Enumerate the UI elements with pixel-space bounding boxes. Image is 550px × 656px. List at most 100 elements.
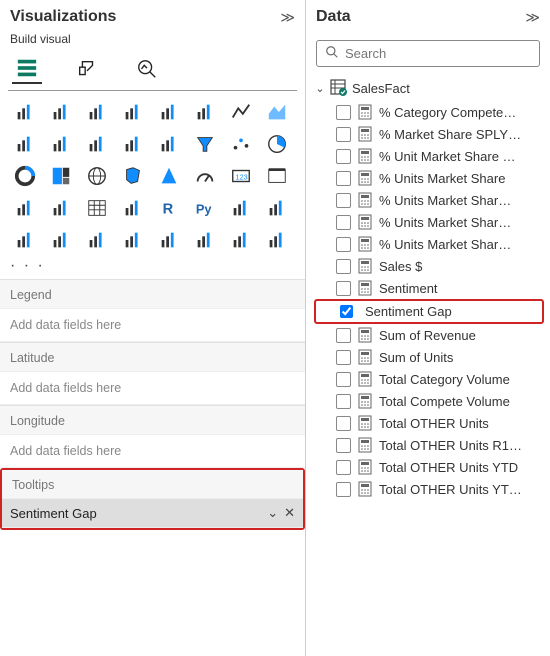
collapse-viz-icon[interactable]: ≫: [280, 9, 295, 26]
field-checkbox[interactable]: [336, 416, 351, 431]
field-checkbox[interactable]: [336, 259, 351, 274]
field-row[interactable]: % Market Share SPLY…: [314, 123, 544, 145]
field-row[interactable]: % Units Market Shar…: [314, 211, 544, 233]
field-checkbox[interactable]: [336, 215, 351, 230]
field-checkbox[interactable]: [336, 237, 351, 252]
viz-type-get-visuals[interactable]: [224, 225, 258, 255]
viz-type-100-stacked-bar[interactable]: [152, 97, 186, 127]
viz-type-filled-map[interactable]: [116, 161, 150, 191]
field-checkbox[interactable]: [336, 105, 351, 120]
field-row[interactable]: % Units Market Shar…: [314, 233, 544, 255]
viz-type-treemap[interactable]: [44, 161, 78, 191]
measure-icon: [357, 214, 373, 230]
field-checkbox[interactable]: [336, 127, 351, 142]
well-dropzone[interactable]: Add data fields here: [0, 309, 305, 342]
collapse-data-icon[interactable]: ≫: [525, 9, 540, 26]
table-header[interactable]: ⌄ SalesFact: [314, 75, 544, 101]
well-field[interactable]: Sentiment Gap⌄✕: [2, 499, 303, 528]
field-checkbox[interactable]: [336, 171, 351, 186]
field-row[interactable]: % Unit Market Share …: [314, 145, 544, 167]
field-row[interactable]: Total OTHER Units YT…: [314, 478, 544, 500]
viz-type-decomposition-tree[interactable]: [260, 193, 294, 223]
viz-type-donut[interactable]: [8, 161, 42, 191]
viz-type-paginated[interactable]: [80, 225, 114, 255]
viz-type-narrative[interactable]: [44, 225, 78, 255]
svg-text:123: 123: [236, 173, 248, 182]
viz-type-table[interactable]: [80, 193, 114, 223]
viz-type-slicer[interactable]: [44, 193, 78, 223]
field-row[interactable]: Total OTHER Units YTD: [314, 456, 544, 478]
viz-type-line-clustered-column[interactable]: [80, 129, 114, 159]
field-checkbox[interactable]: [336, 438, 351, 453]
field-checkbox[interactable]: [336, 281, 351, 296]
field-row[interactable]: Total OTHER Units: [314, 412, 544, 434]
well-dropzone[interactable]: Add data fields here: [0, 435, 305, 468]
field-checkbox[interactable]: [336, 193, 351, 208]
table-name: SalesFact: [352, 81, 410, 96]
viz-type-map[interactable]: [80, 161, 114, 191]
chevron-down-icon[interactable]: ⌄: [267, 505, 278, 521]
viz-type-qa[interactable]: [8, 225, 42, 255]
viz-type-multi-row-card[interactable]: [8, 193, 42, 223]
field-checkbox[interactable]: [336, 328, 351, 343]
viz-type-r-visual[interactable]: R: [152, 193, 186, 223]
field-row[interactable]: % Units Market Share: [314, 167, 544, 189]
viz-type-azure-map[interactable]: [152, 161, 186, 191]
field-row[interactable]: % Units Market Shar…: [314, 189, 544, 211]
viz-type-clustered-bar[interactable]: [80, 97, 114, 127]
search-icon: [325, 45, 339, 62]
viz-type-pie[interactable]: [260, 129, 294, 159]
field-checkbox[interactable]: [336, 460, 351, 475]
viz-type-stacked-area[interactable]: [8, 129, 42, 159]
measure-icon: [357, 126, 373, 142]
field-label: Sum of Units: [379, 350, 540, 365]
viz-type-stacked-bar[interactable]: [8, 97, 42, 127]
measure-icon: [357, 192, 373, 208]
viz-type-waterfall[interactable]: [152, 129, 186, 159]
field-row[interactable]: Sentiment Gap: [314, 299, 544, 324]
measure-icon: [357, 327, 373, 343]
viz-type-matrix[interactable]: [116, 193, 150, 223]
build-tab[interactable]: [12, 54, 42, 84]
viz-type-power-apps[interactable]: [152, 225, 186, 255]
viz-type-card[interactable]: 123: [224, 161, 258, 191]
field-row[interactable]: Sum of Revenue: [314, 324, 544, 346]
viz-type-ribbon[interactable]: [116, 129, 150, 159]
viz-type-key-influencers[interactable]: [224, 193, 258, 223]
viz-type-scorecard[interactable]: [116, 225, 150, 255]
viz-type-area[interactable]: [260, 97, 294, 127]
viz-type-line[interactable]: [224, 97, 258, 127]
analytics-tab[interactable]: [132, 54, 162, 84]
more-visuals-button[interactable]: · · ·: [0, 255, 305, 279]
field-row[interactable]: Sales $: [314, 255, 544, 277]
field-row[interactable]: Sentiment: [314, 277, 544, 299]
remove-field-icon[interactable]: ✕: [284, 505, 295, 521]
viz-type-blank[interactable]: [260, 225, 294, 255]
field-row[interactable]: Total Compete Volume: [314, 390, 544, 412]
viz-type-line-stacked-column[interactable]: [44, 129, 78, 159]
format-tab[interactable]: [72, 54, 102, 84]
viz-type-gauge[interactable]: [188, 161, 222, 191]
field-row[interactable]: Sum of Units: [314, 346, 544, 368]
field-checkbox[interactable]: [336, 482, 351, 497]
search-box[interactable]: [316, 40, 540, 67]
viz-type-power-automate[interactable]: [188, 225, 222, 255]
field-checkbox[interactable]: [336, 394, 351, 409]
well-dropzone[interactable]: Add data fields here: [0, 372, 305, 405]
viz-type-funnel[interactable]: [188, 129, 222, 159]
field-checkbox[interactable]: [340, 305, 353, 318]
viz-type-clustered-column[interactable]: [116, 97, 150, 127]
field-row[interactable]: Total Category Volume: [314, 368, 544, 390]
search-input[interactable]: [345, 46, 531, 61]
viz-type-python-visual[interactable]: Py: [188, 193, 222, 223]
field-checkbox[interactable]: [336, 350, 351, 365]
measure-icon: [357, 349, 373, 365]
field-checkbox[interactable]: [336, 372, 351, 387]
field-row[interactable]: Total OTHER Units R1…: [314, 434, 544, 456]
field-row[interactable]: % Category Compete…: [314, 101, 544, 123]
field-checkbox[interactable]: [336, 149, 351, 164]
viz-type-scatter[interactable]: [224, 129, 258, 159]
viz-type-stacked-column[interactable]: [44, 97, 78, 127]
viz-type-kpi[interactable]: [260, 161, 294, 191]
viz-type-100-stacked-column[interactable]: [188, 97, 222, 127]
